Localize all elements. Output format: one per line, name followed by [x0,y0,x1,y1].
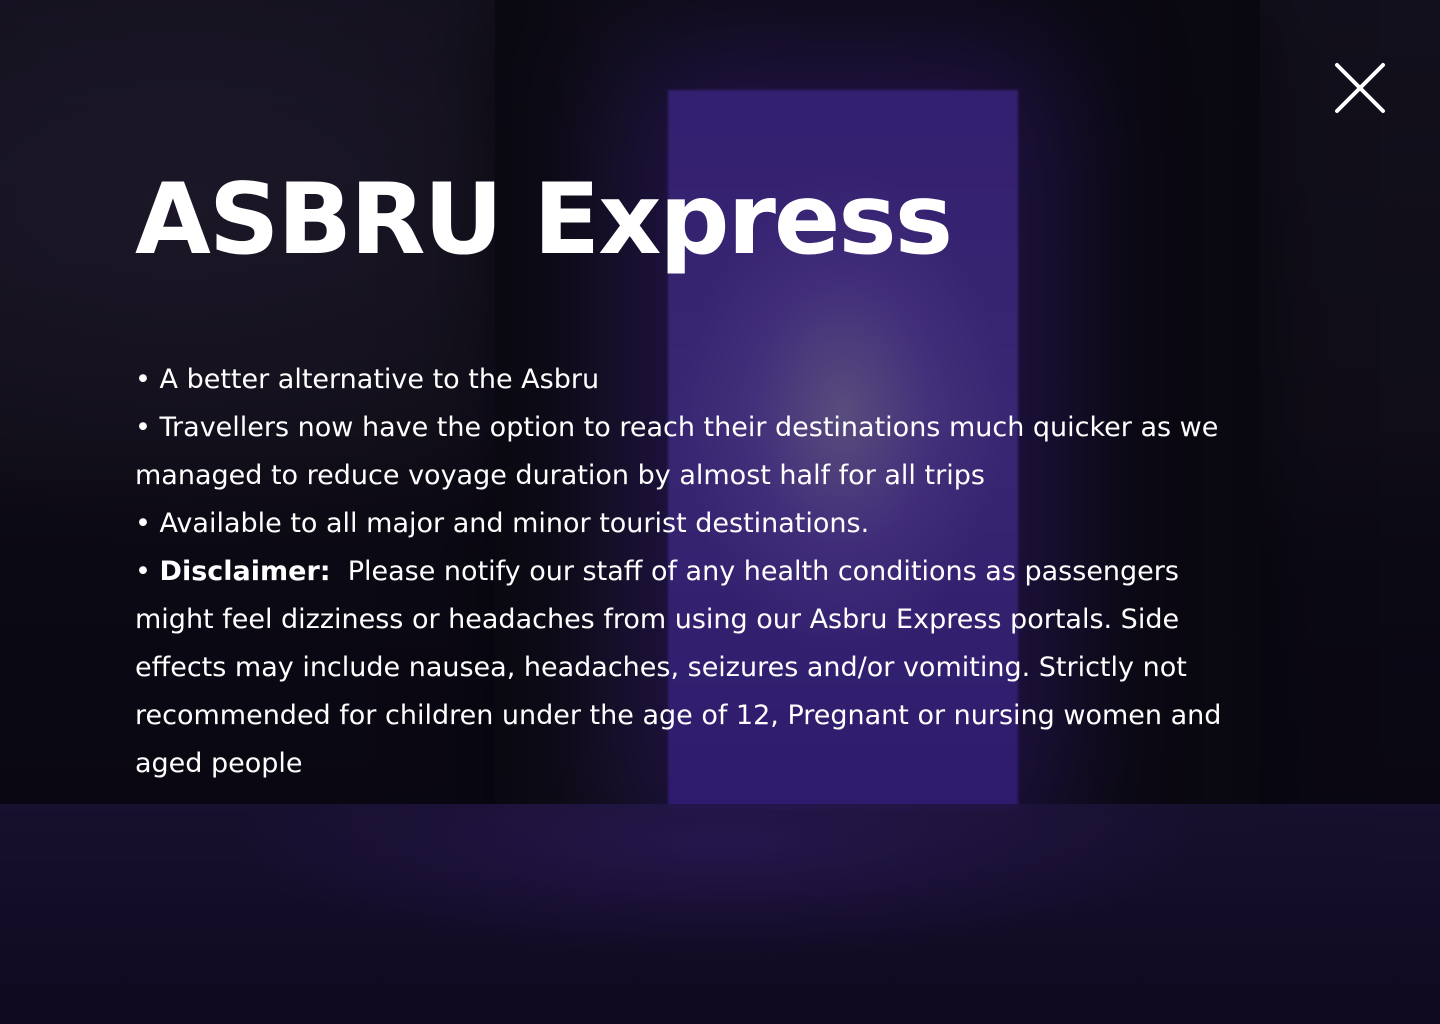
bullet: • [135,556,151,587]
list-item: • Available to all major and minor touri… [135,500,1245,548]
modal-title: ASBRU Express [135,163,953,277]
list-item-text: A better alternative to the Asbru [159,364,600,395]
list-item: • Travellers now have the option to reac… [135,404,1245,500]
list-item-text: Available to all major and minor tourist… [159,508,870,539]
disclaimer-item: • Disclaimer: Please notify our staff of… [135,548,1245,788]
list-item: • A better alternative to the Asbru [135,356,1245,404]
disclaimer-text: Please notify our staff of any health co… [135,556,1222,779]
modal-content: ASBRU Express • A better alternative to … [135,160,1245,788]
bullet: • [135,412,151,443]
close-button[interactable] [1334,62,1386,114]
list-item-text: Travellers now have the option to reach … [135,412,1219,491]
bullet: • [135,508,151,539]
bullet: • [135,364,151,395]
feature-list: • A better alternative to the Asbru • Tr… [135,356,1245,788]
disclaimer-label: Disclaimer: [159,556,331,587]
close-icon [1335,63,1385,113]
